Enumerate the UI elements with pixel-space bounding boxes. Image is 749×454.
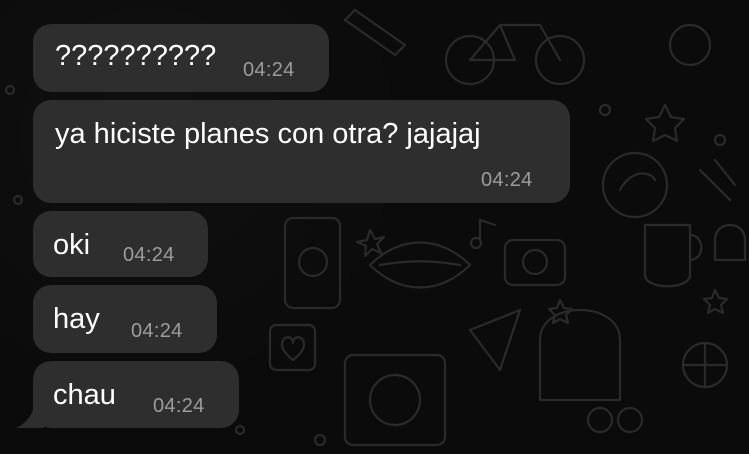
message-timestamp: 04:24 — [131, 320, 183, 342]
glasses-icon — [586, 406, 614, 434]
bell-icon — [713, 224, 747, 262]
record-player-icon — [343, 353, 447, 447]
heart-icon — [268, 323, 317, 372]
message-bubble[interactable]: hay 04:24 — [33, 285, 217, 353]
message-timestamp: 04:24 — [153, 395, 205, 417]
message-timestamp: 04:24 — [243, 59, 295, 81]
face-icon — [668, 23, 712, 67]
message-bubble[interactable]: ya hiciste planes con otra? jajajaj 04:2… — [33, 100, 570, 203]
message-timestamp: 04:24 — [481, 169, 533, 191]
paper-plane-icon — [468, 308, 522, 372]
message-text: chau — [53, 379, 116, 411]
phone-icon — [283, 216, 342, 310]
music-note-icon — [478, 218, 497, 242]
camera-icon — [503, 238, 567, 287]
message-timestamp: 04:24 — [123, 244, 175, 266]
ghost-icon — [538, 309, 622, 402]
message-bubble[interactable]: oki 04:24 — [33, 211, 208, 277]
message-bubble[interactable]: ?????????? 04:24 — [33, 24, 329, 92]
message-bubble[interactable]: chau 04:24 — [33, 361, 239, 428]
message-text: ?????????? — [55, 40, 217, 72]
star-icon — [644, 103, 686, 143]
message-text: hay — [53, 303, 100, 335]
message-text: ya hiciste planes con otra? jajajaj — [55, 118, 481, 150]
pencil-icon — [343, 8, 407, 57]
message-text: oki — [53, 229, 91, 261]
mug-icon — [643, 223, 692, 288]
leaf-icon — [601, 151, 669, 219]
sparkle-icon — [355, 228, 386, 258]
